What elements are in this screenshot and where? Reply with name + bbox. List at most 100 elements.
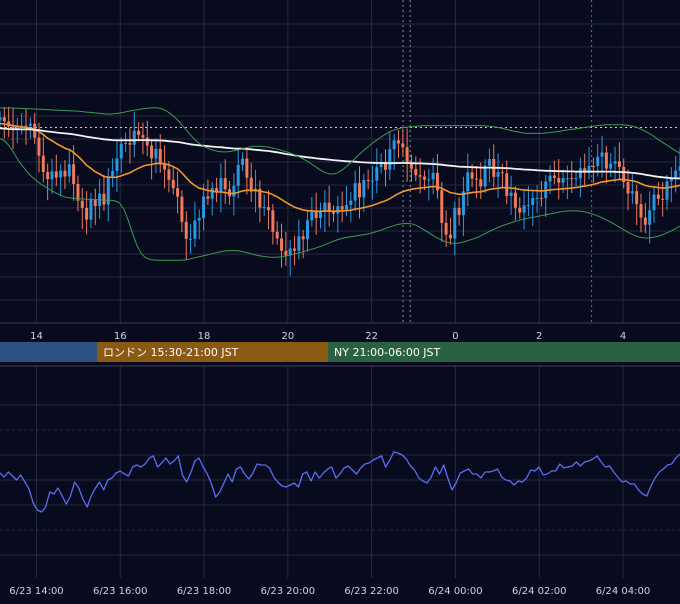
candle-body bbox=[46, 172, 49, 179]
candle-body bbox=[484, 166, 487, 187]
candle-body bbox=[198, 218, 201, 221]
candle-body bbox=[341, 206, 344, 209]
candle-body bbox=[406, 147, 409, 163]
main-x-tick-label: 22 bbox=[365, 331, 378, 342]
candle-body bbox=[167, 170, 170, 180]
candle-body bbox=[146, 138, 149, 146]
candle-body bbox=[193, 221, 196, 239]
candle-body bbox=[674, 171, 677, 178]
candle-body bbox=[505, 173, 508, 196]
candle-body bbox=[319, 211, 322, 218]
candle-body bbox=[302, 236, 305, 239]
oscillator-x-tick-label: 6/24 02:00 bbox=[512, 586, 566, 597]
candle-body bbox=[549, 176, 552, 182]
oscillator-x-tick-label: 6/23 14:00 bbox=[9, 586, 63, 597]
candle-body bbox=[557, 178, 560, 183]
candle-body bbox=[94, 199, 97, 206]
candle-body bbox=[354, 183, 357, 200]
candle-body bbox=[336, 206, 339, 213]
candle-body bbox=[648, 210, 651, 224]
candle-body bbox=[180, 197, 183, 222]
candle-body bbox=[388, 149, 391, 170]
candle-body bbox=[50, 171, 53, 179]
candle-body bbox=[137, 131, 140, 135]
session-bar-tokyo bbox=[0, 342, 97, 362]
candle-body bbox=[570, 178, 573, 179]
candle-body bbox=[644, 218, 647, 225]
candle-body bbox=[440, 190, 443, 223]
candle-body bbox=[85, 208, 88, 220]
candle-body bbox=[271, 210, 274, 232]
candle-body bbox=[29, 124, 32, 126]
candle-body bbox=[527, 205, 530, 206]
candle-body bbox=[176, 188, 179, 196]
candle-body bbox=[42, 156, 45, 172]
candle-body bbox=[293, 248, 296, 250]
candle-body bbox=[466, 172, 469, 191]
candle-body bbox=[154, 149, 157, 158]
candle-body bbox=[562, 178, 565, 183]
candle-body bbox=[280, 238, 283, 250]
candle-body bbox=[393, 140, 396, 149]
oscillator-x-tick-label: 6/23 16:00 bbox=[93, 586, 147, 597]
candle-body bbox=[219, 178, 222, 191]
oscillator-x-tick-label: 6/23 20:00 bbox=[261, 586, 315, 597]
candle-body bbox=[427, 179, 430, 180]
session-label-ny: NY 21:00-06:00 JST bbox=[334, 346, 440, 359]
candle-body bbox=[362, 180, 365, 197]
candle-body bbox=[609, 164, 612, 169]
candle-body bbox=[276, 232, 279, 239]
candle-body bbox=[206, 196, 209, 198]
candle-body bbox=[349, 201, 352, 205]
candle-body bbox=[358, 183, 361, 197]
candle-body bbox=[566, 178, 569, 179]
session-label-london: ロンドン 15:30-21:00 JST bbox=[103, 344, 238, 360]
candle-body bbox=[310, 212, 313, 221]
candle-body bbox=[375, 167, 378, 180]
candle-body bbox=[653, 194, 656, 210]
candle-body bbox=[661, 199, 664, 200]
candle-body bbox=[618, 161, 621, 167]
candle-body bbox=[189, 239, 192, 240]
candle-body bbox=[627, 182, 630, 193]
main-x-tick-label: 18 bbox=[198, 331, 211, 342]
main-x-tick-label: 0 bbox=[452, 331, 458, 342]
candle-body bbox=[523, 205, 526, 212]
candle-body bbox=[72, 164, 75, 184]
candle-body bbox=[211, 188, 214, 199]
candle-body bbox=[306, 220, 309, 239]
candle-body bbox=[37, 138, 40, 156]
candle-body bbox=[11, 127, 14, 129]
candle-body bbox=[124, 143, 127, 144]
candle-body bbox=[397, 140, 400, 143]
candle-body bbox=[432, 173, 435, 180]
candle-body bbox=[3, 117, 6, 121]
candle-body bbox=[245, 159, 248, 178]
candle-body bbox=[614, 161, 617, 163]
candle-body bbox=[241, 159, 244, 165]
candle-body bbox=[401, 143, 404, 147]
candle-body bbox=[501, 172, 504, 173]
session-bar-london: ロンドン 15:30-21:00 JST bbox=[97, 342, 328, 362]
candle-body bbox=[575, 178, 578, 179]
candle-body bbox=[237, 165, 240, 186]
candle-body bbox=[518, 208, 521, 213]
main-x-tick-label: 4 bbox=[620, 331, 626, 342]
candle-body bbox=[224, 178, 227, 189]
candle-body bbox=[531, 198, 534, 205]
candle-body bbox=[345, 205, 348, 210]
candle-body bbox=[631, 191, 634, 193]
candle-body bbox=[120, 144, 123, 159]
candle-body bbox=[536, 198, 539, 199]
candle-body bbox=[232, 186, 235, 197]
candle-body bbox=[601, 152, 604, 156]
candle-body bbox=[579, 168, 582, 178]
candle-body bbox=[115, 158, 118, 171]
candle-body bbox=[510, 193, 513, 196]
candle-body bbox=[0, 117, 2, 120]
candle-body bbox=[666, 181, 669, 199]
candle-body bbox=[635, 191, 638, 204]
candle-body bbox=[488, 159, 491, 166]
candle-body bbox=[185, 222, 188, 239]
candle-body bbox=[267, 207, 270, 210]
